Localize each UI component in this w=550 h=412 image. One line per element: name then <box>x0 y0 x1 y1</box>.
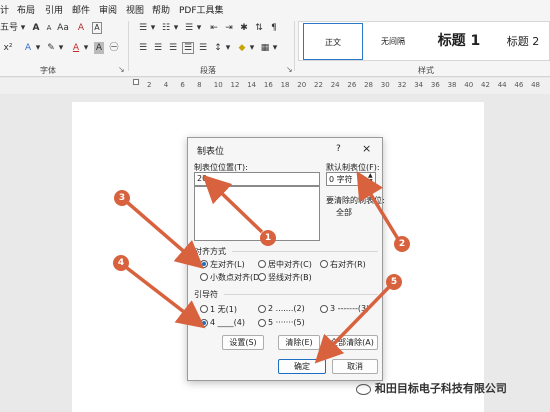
step-badge-3: 3 <box>114 190 130 206</box>
step-badge-5: 5 <box>386 274 402 290</box>
watermark: 和田目标电子科技有限公司 <box>356 380 507 396</box>
watermark-text: 和田目标电子科技有限公司 <box>374 382 507 395</box>
arrow-1 <box>202 174 264 234</box>
arrow-4 <box>125 266 206 329</box>
arrow-5 <box>314 284 392 364</box>
step-badge-4: 4 <box>113 255 129 271</box>
arrow-3 <box>126 201 204 269</box>
arrow-2 <box>356 171 400 240</box>
wechat-icon <box>356 383 371 395</box>
step-badge-2: 2 <box>394 236 410 252</box>
step-badge-1: 1 <box>260 230 276 246</box>
annotation-arrows <box>125 171 400 364</box>
